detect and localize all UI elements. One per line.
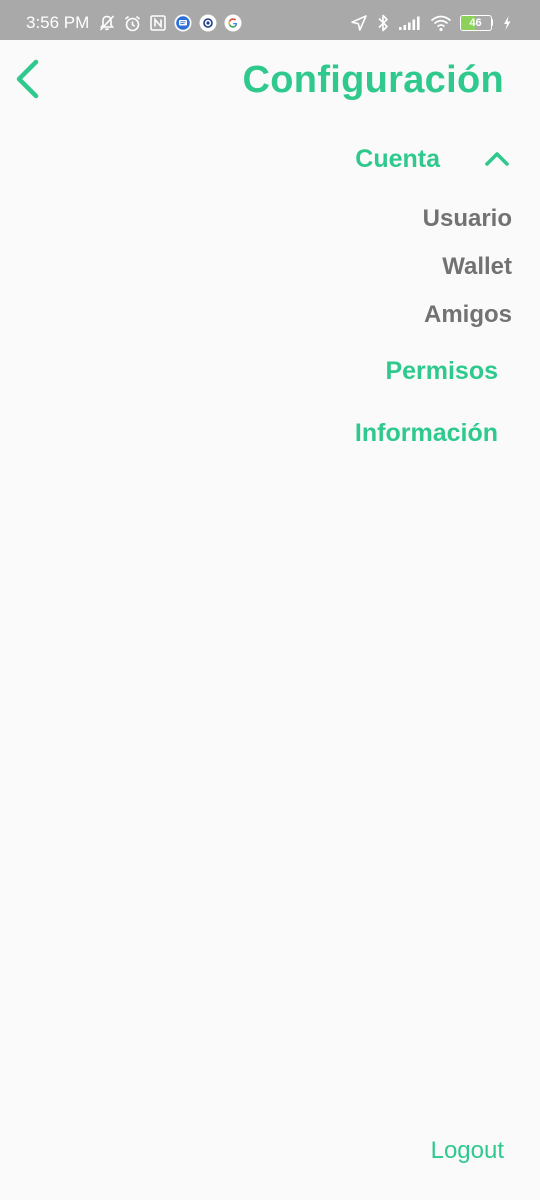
wifi-icon — [430, 14, 452, 32]
bluetooth-icon — [376, 13, 390, 33]
page-title: Configuración — [242, 59, 504, 101]
location-icon — [350, 14, 368, 32]
charging-icon — [502, 15, 512, 31]
notifications-off-icon — [98, 14, 116, 32]
status-bar: 3:56 PM 46 — [0, 0, 540, 40]
app-icon — [199, 14, 217, 32]
chevron-left-icon — [10, 59, 50, 104]
nfc-icon — [149, 14, 167, 32]
status-icons-left — [98, 11, 242, 35]
status-time: 3:56 PM — [26, 13, 90, 32]
menu-item-informacion[interactable]: Información — [355, 416, 498, 450]
battery-icon: 46 — [460, 15, 494, 31]
status-icons-right: 46 — [350, 11, 512, 35]
menu-item-amigos[interactable]: Amigos — [424, 299, 512, 331]
alarm-icon — [123, 14, 142, 33]
messages-icon — [174, 14, 192, 32]
chevron-up-icon — [482, 144, 512, 174]
logout-button[interactable]: Logout — [431, 1134, 504, 1168]
back-button[interactable] — [10, 56, 50, 100]
battery-level: 46 — [469, 17, 482, 29]
menu-item-wallet[interactable]: Wallet — [442, 251, 512, 283]
account-section-toggle[interactable]: Cuenta — [355, 140, 512, 178]
account-section-label: Cuenta — [355, 144, 440, 173]
menu-item-permisos[interactable]: Permisos — [385, 354, 498, 388]
menu-item-usuario[interactable]: Usuario — [423, 203, 512, 235]
signal-icon — [398, 15, 422, 31]
google-icon — [224, 14, 242, 32]
